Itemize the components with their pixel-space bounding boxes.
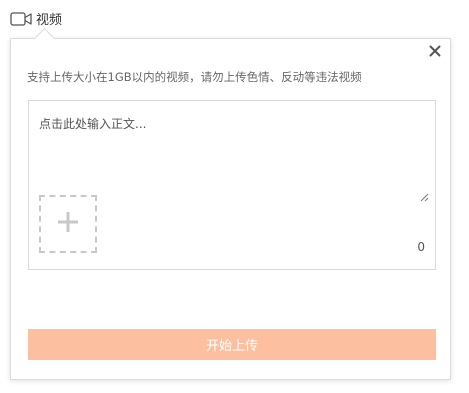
resize-handle-icon[interactable] [419, 187, 429, 202]
video-tab-label: 视频 [36, 13, 63, 28]
plus-icon [56, 210, 80, 238]
video-upload-popup: 支持上传大小在1GB以内的视频，请勿上传色情、反动等违法视频 0 开始上传 [10, 27, 451, 380]
upload-hint: 支持上传大小在1GB以内的视频，请勿上传色情、反动等违法视频 [27, 70, 362, 84]
popup-caret [33, 27, 56, 50]
start-upload-button[interactable]: 开始上传 [28, 329, 436, 360]
video-camera-icon [10, 11, 32, 27]
char-counter: 0 [417, 240, 425, 254]
body-text-input[interactable] [29, 101, 435, 201]
video-tab[interactable]: 视频 [10, 9, 62, 28]
close-icon[interactable] [427, 43, 443, 59]
text-editor: 0 [28, 100, 436, 270]
add-video-button[interactable] [39, 195, 97, 253]
